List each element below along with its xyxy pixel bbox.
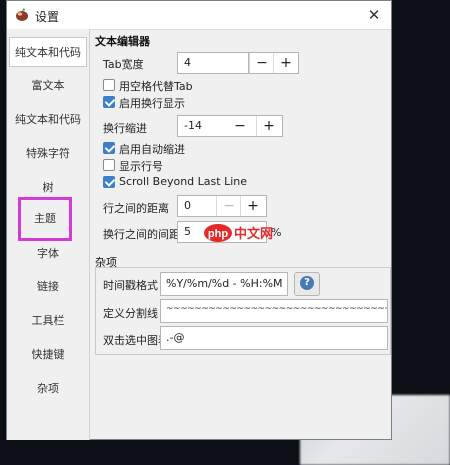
sidebar-item-label: 主题 <box>34 212 56 225</box>
tab-width-minus-button[interactable]: − <box>249 53 274 73</box>
sidebar-item-misc[interactable]: 杂项 <box>9 374 87 404</box>
sidebar-item-theme[interactable]: 主题 <box>18 197 72 241</box>
scroll-beyond-checkbox[interactable] <box>103 176 115 188</box>
wrap-indent-minus-button[interactable]: − <box>228 116 252 136</box>
sidebar-item-label: 杂项 <box>37 382 59 395</box>
sidebar-item-links[interactable]: 链接 <box>9 272 87 302</box>
separator-label: 定义分割线 <box>103 307 158 320</box>
tab-width-spinbox: 4 <box>177 52 249 74</box>
use-spaces-checkbox[interactable] <box>103 79 115 91</box>
sidebar-item-label: 字体 <box>37 247 59 260</box>
tab-width-buttons: − + <box>249 52 299 74</box>
sidebar-item-shortcuts[interactable]: 快捷键 <box>9 340 87 370</box>
scroll-beyond-label: Scroll Beyond Last Line <box>119 175 247 188</box>
double-click-input[interactable]: .-@ <box>160 326 388 350</box>
sidebar-item-label: 纯文本和代码 <box>15 46 81 59</box>
sidebar-item-plain-text-code[interactable]: 纯文本和代码 <box>9 37 87 67</box>
php-cn-watermark: php 中文网 <box>204 222 278 244</box>
title-bar: 设置 ✕ <box>7 1 391 30</box>
sidebar-item-label: 特殊字符 <box>26 147 70 160</box>
window-title: 设置 <box>35 10 60 24</box>
line-spacing-minus-button[interactable]: − <box>216 196 241 216</box>
sidebar-item-label: 纯文本和代码 <box>15 113 81 126</box>
php-logo: php 中文网 <box>204 224 273 242</box>
separator-input[interactable]: ~~~~~~~~~~~~~~~~~~~~~~~~~~~~~~~~~~~~~~~~… <box>160 299 388 323</box>
settings-sidebar: 纯文本和代码 富文本 纯文本和代码 特殊字符 树 主题 字体 链接 工具栏 快捷… <box>7 29 90 440</box>
wrap-spacing-label: 换行之间的间距 <box>103 228 180 241</box>
wrap-indent-plus-button[interactable]: + <box>256 116 281 136</box>
use-spaces-label: 用空格代替Tab <box>119 80 193 93</box>
sidebar-item-label: 链接 <box>37 280 59 293</box>
sidebar-item-rich-text[interactable]: 富文本 <box>9 71 87 101</box>
tab-width-value[interactable]: 4 <box>184 56 191 69</box>
sidebar-item-label: 工具栏 <box>31 314 65 327</box>
line-numbers-checkbox[interactable] <box>103 159 115 171</box>
line-spacing-value[interactable]: 0 <box>184 199 191 212</box>
line-spacing-label: 行之间的距离 <box>103 202 169 215</box>
line-spacing-spinbox: 0 − + <box>177 195 267 217</box>
close-icon[interactable]: ✕ <box>363 4 385 26</box>
misc-group: 时间戳格式 %Y/%m/%d - %H:%M ? 定义分割线 ~~~~~~~~~… <box>95 267 391 355</box>
sidebar-item-toolbar[interactable]: 工具栏 <box>9 306 87 336</box>
cn-logo-text: 中文网 <box>234 226 273 242</box>
word-wrap-label: 启用换行显示 <box>119 97 185 110</box>
timestamp-format-label: 时间戳格式 <box>103 279 158 292</box>
sidebar-item-label: 树 <box>42 181 54 194</box>
sidebar-item-font[interactable]: 字体 <box>9 239 87 269</box>
sidebar-item-label: 快捷键 <box>31 348 65 361</box>
line-numbers-label: 显示行号 <box>119 160 163 173</box>
wrap-spacing-value[interactable]: 5 <box>184 225 191 238</box>
tab-width-plus-button[interactable]: + <box>273 53 298 73</box>
word-wrap-checkbox[interactable] <box>103 96 115 108</box>
sidebar-item-label: 富文本 <box>31 79 65 92</box>
help-icon[interactable]: ? <box>294 272 320 296</box>
wrap-indent-spinbox: -14 − + <box>177 115 283 137</box>
help-glyph: ? <box>300 276 314 290</box>
line-spacing-plus-button[interactable]: + <box>240 196 265 216</box>
sidebar-item-special-chars[interactable]: 特殊字符 <box>9 139 87 169</box>
section-title-text-editor: 文本编辑器 <box>95 35 150 48</box>
sidebar-item-plain-text-code-2[interactable]: 纯文本和代码 <box>9 105 87 135</box>
auto-indent-checkbox[interactable] <box>103 142 115 154</box>
settings-dialog: 设置 ✕ 纯文本和代码 富文本 纯文本和代码 特殊字符 树 主题 字体 链接 工… <box>6 0 392 440</box>
wrap-indent-value[interactable]: -14 <box>184 119 202 132</box>
auto-indent-label: 启用自动缩进 <box>119 143 185 156</box>
app-icon <box>16 8 28 21</box>
tab-width-label: Tab宽度 <box>103 58 144 71</box>
wrap-indent-label: 换行缩进 <box>103 122 147 135</box>
php-logo-text: php <box>208 228 228 240</box>
timestamp-format-input[interactable]: %Y/%m/%d - %H:%M <box>160 272 288 296</box>
